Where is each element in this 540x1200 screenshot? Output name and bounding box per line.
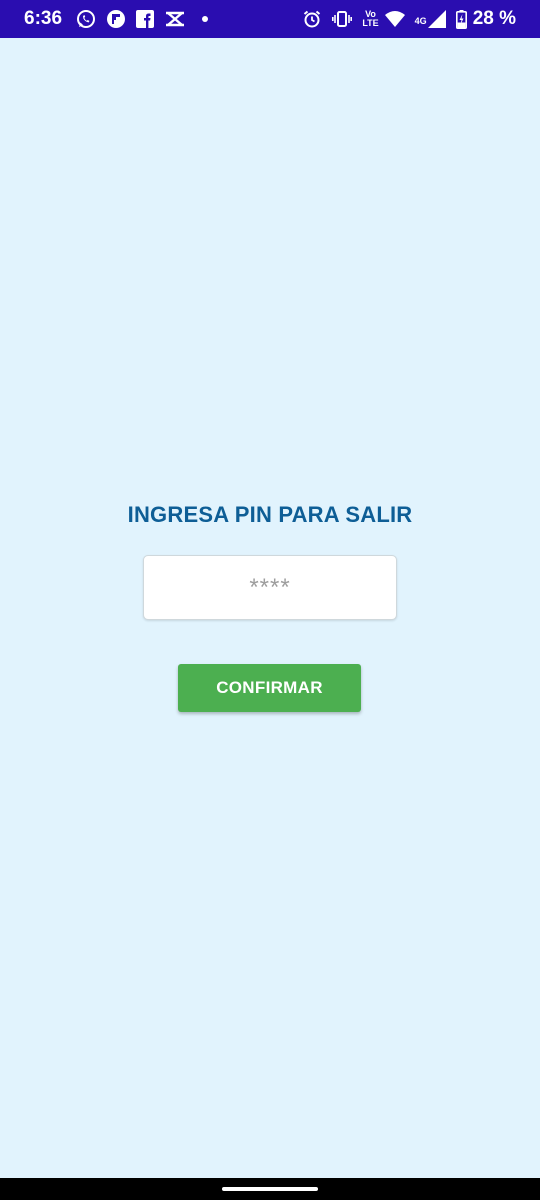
flipboard-icon (106, 9, 126, 29)
status-time: 6:36 (24, 8, 63, 29)
alarm-icon (302, 9, 322, 29)
volte-icon: Vo LTE (362, 10, 378, 28)
volte-bottom-label: LTE (362, 18, 379, 28)
battery-percent: 28 % (472, 8, 516, 29)
battery-icon (455, 9, 467, 29)
status-bar: 6:36 Vo LTE 4G 28 % (0, 0, 540, 38)
capcut-icon (164, 10, 186, 28)
network-type-label: 4G (414, 16, 427, 26)
page-title: INGRESA PIN PARA SALIR (127, 502, 413, 527)
pin-input[interactable] (143, 555, 397, 620)
confirm-button[interactable]: CONFIRMAR (178, 664, 361, 712)
pin-screen: INGRESA PIN PARA SALIR CONFIRMAR (0, 38, 540, 1178)
home-gesture-handle[interactable] (222, 1187, 318, 1191)
whatsapp-icon (76, 9, 96, 29)
notification-dot-icon (202, 16, 209, 22)
navigation-bar (0, 1178, 540, 1200)
status-bar-left: 6:36 (24, 8, 209, 30)
status-bar-right: Vo LTE 4G 28 % (302, 8, 516, 30)
wifi-icon (384, 10, 405, 28)
facebook-icon (136, 10, 155, 28)
vibrate-icon (332, 9, 353, 29)
signal-icon (427, 10, 446, 28)
